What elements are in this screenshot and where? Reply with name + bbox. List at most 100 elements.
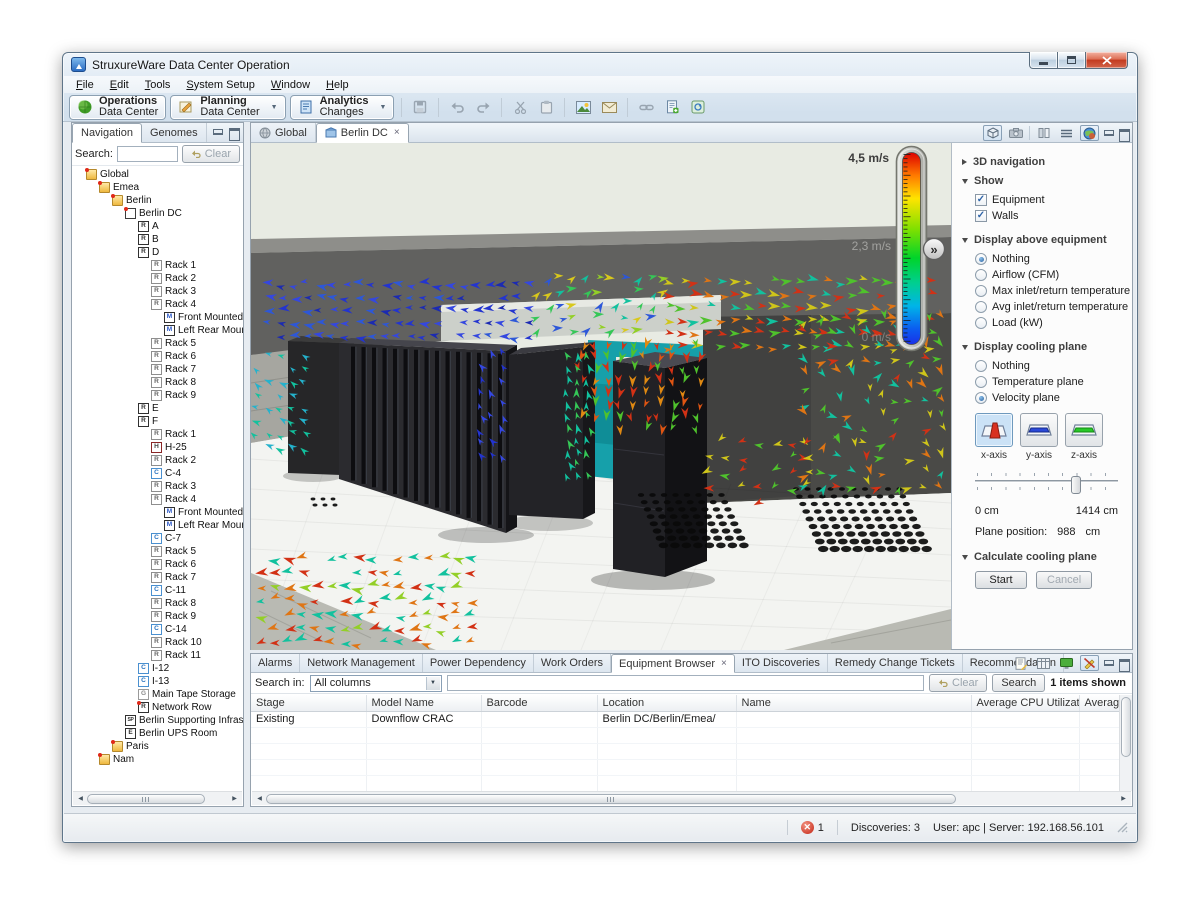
layers-button[interactable] [1034, 125, 1053, 141]
section-calculate-cooling-plane[interactable]: Calculate cooling plane [962, 551, 1132, 563]
panel-maximize-icon[interactable] [1118, 658, 1129, 669]
tab-remedy-change-tickets[interactable]: Remedy Change Tickets [828, 654, 963, 672]
tab-global[interactable]: Global [251, 123, 316, 142]
tree-item[interactable]: MFront Mounted [74, 311, 243, 324]
save-button[interactable] [409, 96, 431, 118]
tab-ito-discoveries[interactable]: ITO Discoveries [735, 654, 828, 672]
table-row[interactable] [251, 759, 1119, 775]
analytics-perspective-button[interactable]: Analytics Changes ▼ [290, 95, 395, 120]
search-column-combobox[interactable]: All columns ▼ [310, 675, 442, 692]
globe-overlay-button[interactable] [1080, 125, 1099, 141]
tab-power-dependency[interactable]: Power Dependency [423, 654, 534, 672]
cancel-button[interactable]: Cancel [1036, 571, 1092, 589]
tab-alarms[interactable]: Alarms [251, 654, 300, 672]
tree-item[interactable]: RRack 9 [74, 610, 243, 623]
synchronize-button[interactable] [687, 96, 709, 118]
slider-thumb[interactable] [1071, 476, 1081, 494]
table-row[interactable]: ExistingDownflow CRACBerlin DC/Berlin/Em… [251, 711, 1119, 727]
above-airflow-radio[interactable] [975, 269, 987, 281]
tree-item[interactable]: RRack 8 [74, 376, 243, 389]
menu-item-system-setup[interactable]: System Setup [178, 78, 262, 92]
panel-minimize-icon[interactable] [1103, 128, 1114, 139]
tree-item[interactable]: RRack 1 [74, 259, 243, 272]
tree-item[interactable]: CC-14 [74, 623, 243, 636]
tree-item[interactable]: RRack 2 [74, 454, 243, 467]
scrollbar-thumb[interactable] [87, 794, 205, 804]
error-badge[interactable]: ✕ 1 [801, 821, 824, 834]
export-image-button[interactable] [572, 96, 594, 118]
x-axis-button[interactable] [975, 413, 1013, 447]
equipment-clear-button[interactable]: Clear [929, 674, 987, 692]
tab-network-management[interactable]: Network Management [300, 654, 423, 672]
tree-item[interactable]: Berlin [74, 194, 243, 207]
window-minimize-button[interactable] [1029, 52, 1058, 69]
tree-item[interactable]: RRack 7 [74, 363, 243, 376]
walls-checkbox[interactable]: ✓ [975, 210, 987, 222]
scroll-right-icon[interactable]: ▶ [1117, 795, 1130, 802]
above-load-radio[interactable] [975, 317, 987, 329]
tree-item[interactable]: GMain Tape Storage [74, 688, 243, 701]
panel-maximize-icon[interactable] [228, 127, 239, 138]
screenshot-button[interactable] [1006, 125, 1025, 141]
chevron-down-icon[interactable]: ▼ [271, 104, 278, 111]
3d-view-button[interactable] [983, 125, 1002, 141]
tree-item[interactable]: RRack 5 [74, 337, 243, 350]
table-horizontal-scrollbar[interactable]: ◀ ▶ [252, 791, 1131, 805]
tree-item[interactable]: Global [74, 168, 243, 181]
table-row[interactable] [251, 743, 1119, 759]
tree-item[interactable]: RRack 6 [74, 350, 243, 363]
tree-item[interactable]: CC-7 [74, 532, 243, 545]
start-button[interactable]: Start [975, 571, 1027, 589]
tree-item[interactable]: RNetwork Row [74, 701, 243, 714]
tree-search-input[interactable] [117, 146, 178, 162]
column-header[interactable]: Model Name [366, 695, 481, 711]
equipment-search-input[interactable] [447, 675, 925, 691]
tree-item[interactable]: RRack 9 [74, 389, 243, 402]
menu-item-help[interactable]: Help [318, 78, 357, 92]
tree-item[interactable]: RRack 11 [74, 649, 243, 662]
columns-button[interactable] [1034, 655, 1053, 671]
section-display-cooling-plane[interactable]: Display cooling plane [962, 341, 1132, 353]
tree-item[interactable]: MLeft Rear Moun [74, 324, 243, 337]
tab-equipment-browser[interactable]: Equipment Browser× [611, 654, 735, 673]
plane-temperature-radio[interactable] [975, 376, 987, 388]
table-row[interactable] [251, 775, 1119, 791]
tree-item[interactable]: MLeft Rear Moun [74, 519, 243, 532]
tree-item[interactable]: Berlin DC [74, 207, 243, 220]
tree-item[interactable]: SPBerlin Supporting Infrastru [74, 714, 243, 727]
menu-item-file[interactable]: File [68, 78, 102, 92]
new-report-button[interactable] [661, 96, 683, 118]
menu-item-edit[interactable]: Edit [102, 78, 137, 92]
close-icon[interactable]: × [721, 659, 727, 669]
panel-minimize-icon[interactable] [1103, 658, 1114, 669]
tree-horizontal-scrollbar[interactable]: ◀ ▶ [73, 791, 242, 805]
tree-item[interactable]: MFront Mounted [74, 506, 243, 519]
paste-button[interactable] [535, 96, 557, 118]
above-max-temp-radio[interactable] [975, 285, 987, 297]
cut-button[interactable] [509, 96, 531, 118]
redo-button[interactable] [472, 96, 494, 118]
tree-item[interactable]: Emea [74, 181, 243, 194]
tree-item[interactable]: CI-12 [74, 662, 243, 675]
above-nothing-radio[interactable] [975, 253, 987, 265]
menu-item-tools[interactable]: Tools [137, 78, 179, 92]
resize-grip[interactable] [1117, 822, 1128, 833]
title-bar[interactable]: StruxureWare Data Center Operation [63, 53, 1137, 76]
z-axis-button[interactable] [1065, 413, 1103, 447]
tree-item[interactable]: RF [74, 415, 243, 428]
tree-item[interactable]: CI-13 [74, 675, 243, 688]
column-header[interactable]: Barcode [481, 695, 597, 711]
planning-perspective-button[interactable]: Planning Data Center ▼ [170, 95, 285, 120]
tree-item[interactable]: RE [74, 402, 243, 415]
legend-expand-button[interactable]: » [924, 239, 945, 260]
report-button[interactable] [1011, 655, 1030, 671]
tree-item[interactable]: RRack 6 [74, 558, 243, 571]
scroll-left-icon[interactable]: ◀ [74, 795, 87, 802]
column-header[interactable]: Location [597, 695, 736, 711]
scrollbar-thumb[interactable] [266, 794, 956, 804]
window-close-button[interactable] [1086, 52, 1128, 69]
tree-item[interactable]: RD [74, 246, 243, 259]
y-axis-button[interactable] [1020, 413, 1058, 447]
tree-item[interactable]: RRack 2 [74, 272, 243, 285]
tree-item[interactable]: HH-25 [74, 441, 243, 454]
